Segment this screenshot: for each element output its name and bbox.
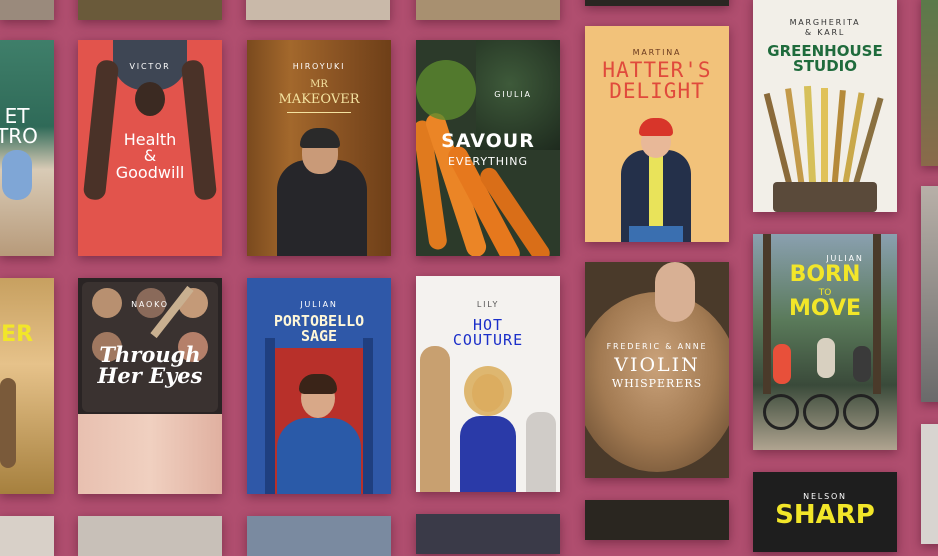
card-name: FREDERIC & ANNE [606,342,708,351]
person-hat [639,118,673,136]
card-bottom-partial-2[interactable] [78,516,222,556]
card-giulia[interactable]: GIULIA SAVOUR EVERYTHING [416,40,560,256]
card-title-small: MR [310,79,328,90]
glove-hand [2,150,32,200]
card-title: SHARP [775,500,875,530]
blush-palette [78,414,222,494]
person-jacket [277,418,361,494]
card-julian-portobello[interactable]: JULIAN PORTOBELLO SAGE [247,278,391,494]
card-title: HOT COUTURE [452,316,524,350]
card-hiroyuki[interactable]: HIROYUKI MR MAKEOVER [247,40,391,256]
card-title: VIOLIN [614,354,700,376]
card-edge-right-mid[interactable] [921,186,938,402]
person-hair [464,366,512,416]
person-hair [299,374,337,394]
card-title: PORTOBELLO SAGE [273,312,365,346]
gown [420,346,450,492]
title-divider [287,112,351,113]
card-name: LILY [476,300,500,309]
card-edge-right-top[interactable] [921,0,938,166]
card-naoko[interactable]: NAOKO Through Her Eyes [78,278,222,494]
card-greenhouse[interactable]: MARGHERITA & KARL GREENHOUSE STUDIO [753,0,897,212]
card-edge-right-bottom[interactable] [921,424,938,544]
bike-wheel-1 [763,394,799,430]
card-title-secondary: EVERYTHING [447,155,529,168]
card-top-partial-3[interactable] [246,0,390,20]
card-bottom-partial-4[interactable] [416,514,560,554]
card-edge-left-top[interactable]: ET TRO [0,40,54,256]
rider-2 [817,338,835,378]
card-top-partial-2[interactable] [78,0,222,20]
card-nelson[interactable]: NELSON SHARP [753,472,897,552]
door-frame-right [363,338,373,494]
bike-wheel-2 [803,394,839,430]
card-title: HATTER'S DELIGHT [602,58,712,104]
card-title: GREENHOUSE STUDIO [767,42,883,76]
person-dress [460,416,516,492]
card-name: MARGHERITA & KARL [789,18,861,38]
card-name: HIROYUKI [292,62,346,71]
card-bottom-partial-3[interactable] [247,516,391,556]
person-head [135,82,165,116]
card-name: GIULIA [494,90,532,99]
card-name: VICTOR [129,62,171,71]
card-title: WER [0,322,34,347]
hand [655,262,695,322]
card-title: BORN [789,262,861,287]
rider-1 [773,344,791,384]
card-name: MARTINA [632,48,682,57]
rider-3 [853,346,871,382]
door-frame-left [265,338,275,494]
dress-form [526,412,556,492]
card-name: NAOKO [131,300,169,309]
card-top-partial-1[interactable] [0,0,54,20]
person-arm [0,378,16,468]
card-top-partial-4[interactable] [416,0,560,20]
brush-base [773,182,877,212]
card-name: JULIAN [300,300,338,309]
card-title-secondary: WHISPERERS [611,377,703,390]
card-title-secondary: MOVE [788,296,862,321]
card-violin[interactable]: FREDERIC & ANNE VIOLIN WHISPERERS [585,262,729,478]
card-title: MAKEOVER [278,92,360,107]
card-victor[interactable]: VICTOR Health & Goodwill [78,40,222,256]
bike-wheel-3 [843,394,879,430]
card-title: SAVOUR [441,130,535,152]
card-martina[interactable]: MARTINA HATTER'S DELIGHT [585,26,729,242]
person-scarf [649,150,663,230]
card-bottom-partial-5[interactable] [585,500,729,540]
card-edge-left-mid[interactable]: WER [0,278,54,494]
card-bottom-partial-1[interactable] [0,516,54,556]
card-title: Health & Goodwill [115,130,185,182]
card-top-partial-5[interactable] [585,0,729,6]
card-title: ET TRO [0,104,38,149]
person-hat [300,128,340,148]
person-skirt [629,226,683,242]
person-body [277,160,367,256]
card-julian-born[interactable]: JULIAN BORN TO MOVE [753,234,897,450]
card-lily[interactable]: LILY HOT COUTURE [416,276,560,492]
card-title: Through Her Eyes [97,342,203,389]
